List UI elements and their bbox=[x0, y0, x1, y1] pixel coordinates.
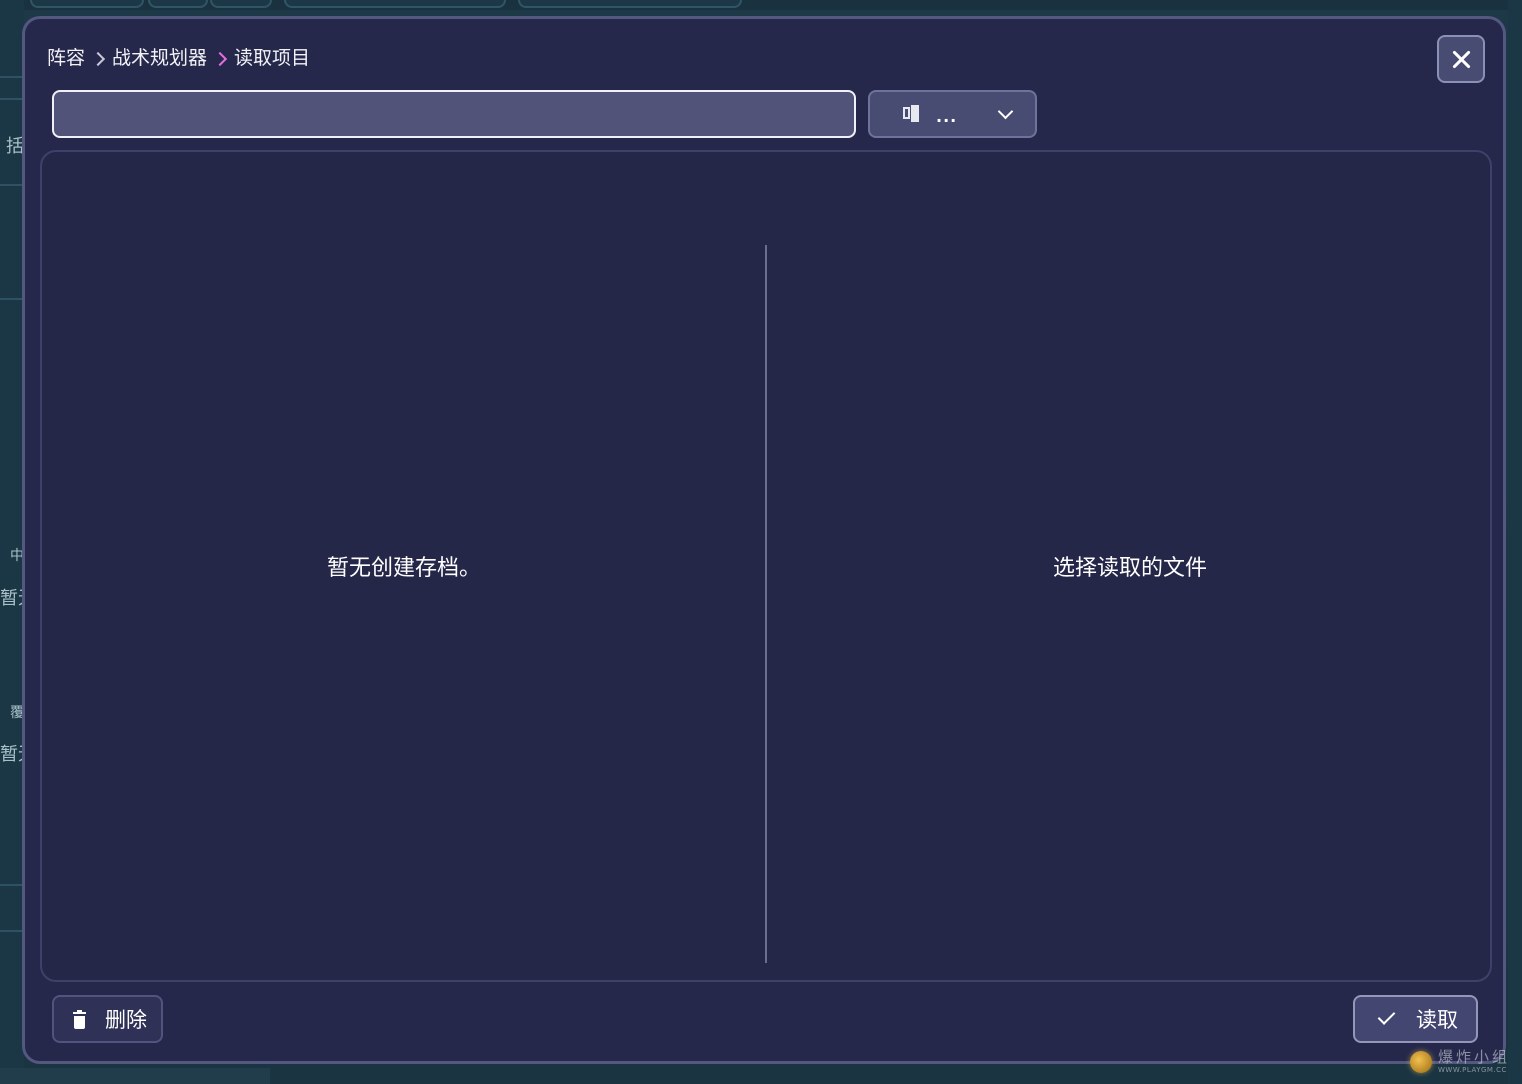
save-list-pane: 暂无创建存档。 bbox=[42, 152, 766, 980]
background-fragment: 中 bbox=[10, 548, 24, 564]
delete-button[interactable]: 删除 bbox=[52, 995, 163, 1043]
background-left-panel: 括 中 暂无 覆 暂无 bbox=[0, 0, 24, 1084]
background-tab bbox=[148, 0, 208, 8]
close-icon bbox=[1452, 50, 1470, 68]
save-browser-panel: 暂无创建存档。 选择读取的文件 bbox=[40, 150, 1492, 982]
chevron-down-icon bbox=[997, 103, 1014, 120]
background-fragment: 覆 bbox=[10, 705, 24, 721]
chevron-right-icon bbox=[212, 51, 228, 66]
sort-dropdown[interactable]: ... bbox=[868, 90, 1037, 138]
background-bottom-bar bbox=[0, 1068, 270, 1084]
select-file-message: 选择读取的文件 bbox=[1052, 556, 1207, 581]
search-input[interactable] bbox=[52, 90, 856, 138]
background-tab bbox=[210, 0, 272, 8]
watermark-text: 爆炸小组 bbox=[1437, 1048, 1510, 1066]
breadcrumb: 阵容 战术规划器 读取项目 bbox=[47, 43, 310, 70]
delete-button-label: 删除 bbox=[105, 1008, 147, 1032]
empty-saves-message: 暂无创建存档。 bbox=[326, 556, 481, 581]
load-project-dialog: 阵容 战术规划器 读取项目 ... 暂无创建存档。 选择读取的文件 删除 读取 bbox=[22, 16, 1506, 1064]
sort-icon bbox=[902, 104, 922, 124]
background-fragment: 暂无 bbox=[0, 744, 24, 765]
background-tab bbox=[30, 0, 144, 8]
watermark-url: WWW.PLAYGM.CC bbox=[1437, 1066, 1507, 1074]
sort-dropdown-value: ... bbox=[936, 106, 958, 126]
watermark-logo-icon bbox=[1409, 1051, 1432, 1073]
file-preview-pane: 选择读取的文件 bbox=[768, 152, 1492, 980]
background-right-panel bbox=[1508, 0, 1522, 1084]
trash-icon bbox=[73, 1009, 86, 1029]
background-tab bbox=[284, 0, 506, 8]
chevron-right-icon bbox=[90, 51, 106, 66]
load-button[interactable]: 读取 bbox=[1353, 995, 1478, 1043]
pane-divider bbox=[765, 245, 767, 963]
breadcrumb-item-tactics-planner[interactable]: 战术规划器 bbox=[112, 43, 207, 70]
check-icon bbox=[1377, 1007, 1396, 1025]
breadcrumb-item-lineup[interactable]: 阵容 bbox=[47, 43, 85, 70]
watermark: 爆炸小组 WWW.PLAYGM.CC bbox=[1409, 1048, 1510, 1074]
background-fragment: 暂无 bbox=[0, 588, 24, 609]
load-button-label: 读取 bbox=[1416, 1008, 1458, 1032]
close-button[interactable] bbox=[1437, 35, 1485, 83]
background-fragment: 括 bbox=[6, 136, 24, 157]
breadcrumb-item-load-project: 读取项目 bbox=[234, 47, 311, 69]
background-tab bbox=[518, 0, 742, 8]
